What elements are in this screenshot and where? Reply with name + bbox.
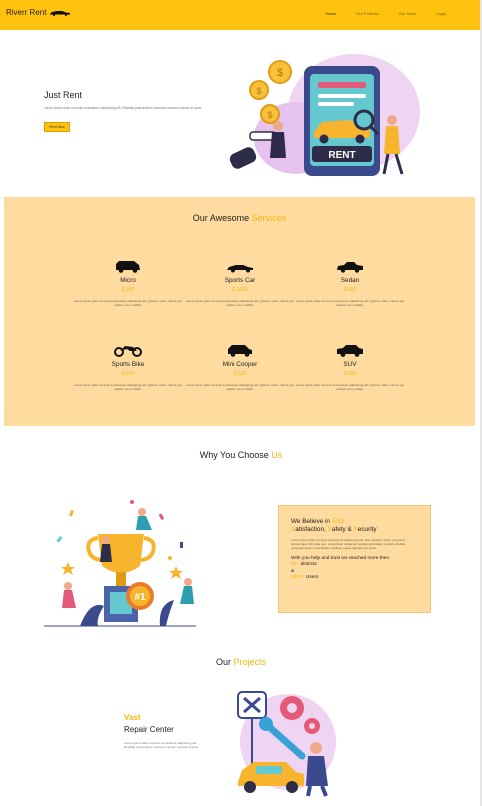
svg-text:$: $ (256, 86, 261, 96)
service-name: Sedan (340, 277, 360, 284)
service-price: $ 600 (343, 287, 357, 293)
projects-title: Our Projects (215, 657, 267, 667)
coin-icon: $ (260, 104, 280, 124)
nav-portfolio[interactable]: Our Portfolio (356, 11, 378, 16)
service-name: SUV (343, 361, 357, 368)
hero-title: Just Rent (44, 90, 83, 100)
brand-name: Riverr Rent (6, 8, 47, 17)
coin-icon: $ (249, 80, 269, 100)
suv-icon (337, 345, 363, 357)
brand[interactable]: Riverr Rent (6, 8, 71, 17)
believe-heading: We Believe in SSS Satisfaction, Safety &… (291, 518, 377, 533)
services-title: Our Awesome Services (192, 213, 287, 223)
service-desc: Lorem ipsum dolor sit amet consectetur a… (73, 383, 183, 391)
service-card-sports-bike[interactable]: Sports Bike $ 650 Lorem ipsum dolor sit … (68, 343, 188, 391)
svg-text:$: $ (277, 67, 283, 79)
service-price: $ 650 (121, 371, 135, 377)
micro-car-icon (116, 261, 140, 273)
top-navbar: Riverr Rent Home Our Portfolio Our Team … (0, 0, 482, 30)
rent-sign: RENT (328, 150, 355, 161)
service-desc: Lorem ipsum dolor sit amet consectetur a… (295, 299, 405, 307)
services-section: Our Awesome Services Micro $ 350 Lorem i… (4, 197, 475, 426)
rent-now-button[interactable]: Rent Now (44, 122, 70, 132)
users-stat: 5000+ Users (291, 575, 319, 581)
sedan-icon (337, 262, 363, 273)
believe-card: We Believe in SSS Satisfaction, Safety &… (278, 505, 431, 613)
believe-text: Lorem ipsum dolor sit amet consectetur a… (291, 538, 406, 551)
nav-home[interactable]: Home (326, 11, 337, 16)
svg-text:$: $ (267, 110, 272, 120)
service-price: $ 350 (121, 287, 135, 293)
service-name: Sports Car (224, 277, 256, 284)
nav-links: Home Our Portfolio Our Team Login (326, 11, 446, 16)
service-price: $ 600 (343, 371, 357, 377)
service-name: Mini Cooper (222, 361, 258, 368)
service-price: $ 530 (233, 371, 247, 377)
service-name: Micro (120, 277, 136, 284)
rent-illustration: $ $ $ RENT (229, 54, 420, 176)
districts-stat: 50+ districts (291, 562, 317, 568)
trophy-illustration: #1 (44, 500, 196, 627)
car-logo-icon (50, 11, 71, 16)
service-desc: Lorem ipsum dolor sit amet consectetur a… (295, 383, 405, 391)
project-text: Lorem ipsum dolor sit amet consectetur a… (124, 741, 199, 750)
service-card-suv[interactable]: SUV $ 600 Lorem ipsum dolor sit amet con… (290, 343, 410, 391)
service-card-micro[interactable]: Micro $ 350 Lorem ipsum dolor sit amet c… (68, 259, 188, 307)
service-desc: Lorem ipsum dolor sit amet consectetur a… (185, 299, 295, 307)
service-card-sedan[interactable]: Sedan $ 600 Lorem ipsum dolor sit amet c… (290, 259, 410, 307)
service-card-sports-car[interactable]: Sports Car $ 1000 Lorem ipsum dolor sit … (180, 259, 300, 307)
service-price: $ 1000 (232, 287, 248, 293)
repair-illustration (237, 691, 336, 797)
nav-login[interactable]: Login (436, 11, 446, 16)
service-name: Sports Bike (111, 361, 145, 368)
svg-text:#1: #1 (134, 592, 146, 603)
project-heading: Repair Center (124, 725, 174, 734)
hero-text: Lorem ipsum dolor sit amet consectetur a… (44, 106, 202, 110)
service-card-mini-cooper[interactable]: Mini Cooper $ 530 Lorem ipsum dolor sit … (180, 343, 300, 391)
nav-team[interactable]: Our Team (399, 11, 417, 16)
sports-car-icon (227, 265, 253, 273)
motorbike-icon (114, 346, 142, 357)
coin-icon: $ (268, 60, 292, 84)
project-accent-word: Vast (124, 713, 141, 722)
why-title: Why You Choose Us (199, 450, 283, 460)
mini-cooper-icon (228, 345, 252, 357)
service-desc: Lorem ipsum dolor sit amet consectetur a… (185, 383, 295, 391)
service-desc: Lorem ipsum dolor sit amet consectetur a… (73, 299, 183, 307)
